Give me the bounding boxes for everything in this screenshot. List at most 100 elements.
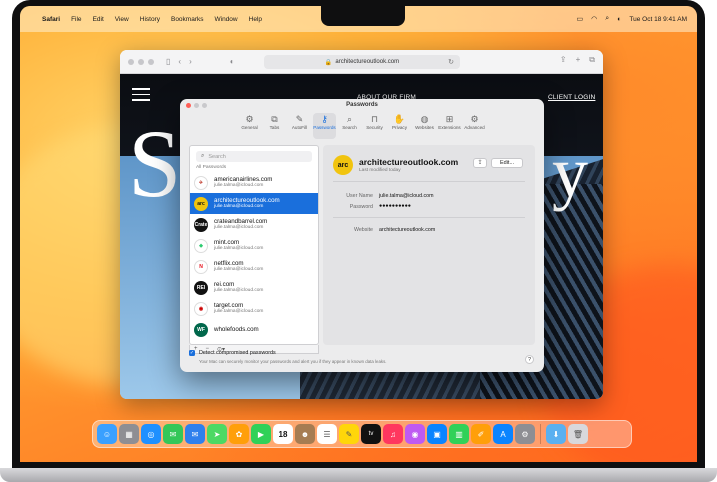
dock-podcasts-icon[interactable]: ◉ <box>405 424 425 444</box>
dock-mail-icon[interactable]: ✉ <box>185 424 205 444</box>
tab-label: Advanced <box>464 125 485 130</box>
clock[interactable]: Tue Oct 18 9:41 AM <box>629 16 687 23</box>
username-value[interactable]: julie.talma@icloud.com <box>379 193 434 199</box>
dock-calendar-icon[interactable]: 18 <box>273 424 293 444</box>
prefs-tab-bar: ⚙ General ⧉ Tabs ✎ AutoFill ⚷ Passwords ⌕ Sea… <box>180 113 544 139</box>
dock-notes-icon[interactable]: ✎ <box>339 424 359 444</box>
search-field[interactable]: ⌕ Search <box>196 151 312 162</box>
tab-general[interactable]: ⚙ General <box>238 113 261 139</box>
password-row[interactable]: ✈ americanairlines.com julie.talma@icloud.… <box>190 172 318 193</box>
battery-icon[interactable]: ▭ <box>577 15 584 23</box>
dock-safari-icon[interactable]: ◎ <box>141 424 161 444</box>
tab-security[interactable]: ⊓ Security <box>363 113 386 139</box>
edit-button[interactable]: Edit... <box>491 158 523 168</box>
autofill-icon: ✎ <box>295 114 304 124</box>
password-row[interactable]: ◉ target.com julie.talma@icloud.com <box>190 298 318 319</box>
tab-autofill[interactable]: ✎ AutoFill <box>288 113 311 139</box>
password-list: ⌕ Search All Passwords ✈ americanairlines… <box>189 145 319 345</box>
reload-icon[interactable]: ↻ <box>448 58 454 66</box>
dock-photos-icon[interactable]: ✿ <box>229 424 249 444</box>
laptop: Safari File Edit View History Bookmarks … <box>0 0 717 482</box>
share-password-button[interactable]: ⇪ <box>473 158 487 168</box>
privacy-shield-icon[interactable]: ◐ <box>230 57 235 66</box>
globe-icon: ◍ <box>420 114 429 124</box>
dock-messages-icon[interactable]: ✉ <box>163 424 183 444</box>
menu-window[interactable]: Window <box>215 16 238 23</box>
website-label: Website <box>353 227 373 233</box>
dock-trash-icon[interactable]: 🗑 <box>568 424 588 444</box>
tab-tabs[interactable]: ⧉ Tabs <box>263 113 286 139</box>
password-row[interactable]: Nnetflix.com julie.talma@icloud.com <box>190 256 318 277</box>
detail-modified: Last modified today <box>359 168 401 173</box>
dock-numbers-icon[interactable]: ▥ <box>449 424 469 444</box>
password-row[interactable]: Crate crateandbarrel.com julie.talma@iclou… <box>190 214 318 235</box>
row-text: mint.com julie.talma@icloud.com <box>214 239 263 252</box>
tab-advanced[interactable]: ⚙ Advanced <box>463 113 486 139</box>
password-value[interactable]: ●●●●●●●●●● <box>379 203 411 209</box>
menu-history[interactable]: History <box>140 16 160 23</box>
menu-edit[interactable]: Edit <box>93 16 104 23</box>
forward-icon[interactable]: › <box>189 57 192 66</box>
dock-tv-icon[interactable]: tv <box>361 424 381 444</box>
website-value[interactable]: architectureoutlook.com <box>379 227 435 233</box>
row-username: julie.talma@icloud.com <box>214 288 264 293</box>
tab-overview-icon[interactable]: ⧉ <box>589 55 595 65</box>
passwords-preferences-window: Passwords ⚙ General ⧉ Tabs ✎ AutoFill ⚷ Pass… <box>180 99 544 372</box>
row-domain: wholefoods.com <box>214 326 259 333</box>
menu-app-name[interactable]: Safari <box>42 16 60 23</box>
share-icon[interactable]: ⇪ <box>560 55 567 65</box>
address-bar[interactable]: 🔒 architectureoutlook.com ↻ <box>264 55 460 69</box>
key-icon: ⚷ <box>321 114 328 124</box>
row-text: rei.com julie.talma@icloud.com <box>214 281 263 294</box>
zoom-button[interactable] <box>148 58 154 65</box>
dock-music-icon[interactable]: ♫ <box>383 424 403 444</box>
dock-facetime-icon[interactable]: ▶ <box>251 424 271 444</box>
tab-search[interactable]: ⌕ Search <box>338 113 361 139</box>
password-rows: ✈ americanairlines.com julie.talma@icloud.… <box>190 172 318 340</box>
detect-description: Your Mac can securely monitor your passw… <box>199 359 387 364</box>
checkmark-icon: ✓ <box>189 350 195 356</box>
dock-pages-icon[interactable]: ✐ <box>471 424 491 444</box>
spotlight-icon[interactable]: ⌕ <box>605 15 609 23</box>
dock-contacts-icon[interactable]: ☻ <box>295 424 315 444</box>
sidebar-icon[interactable]: ▯ <box>166 57 170 66</box>
dock-launchpad-icon[interactable]: ▦ <box>119 424 139 444</box>
dock-downloads-folder-icon[interactable]: ⬇ <box>546 424 566 444</box>
dock-keynote-icon[interactable]: ▣ <box>427 424 447 444</box>
tab-passwords[interactable]: ⚷ Passwords <box>313 113 336 139</box>
detect-compromised-checkbox[interactable]: ✓ Detect compromised passwords <box>189 350 276 356</box>
dock-app-store-icon[interactable]: A <box>493 424 513 444</box>
menu-help[interactable]: Help <box>249 16 262 23</box>
menu-bookmarks[interactable]: Bookmarks <box>171 16 204 23</box>
tab-privacy[interactable]: ✋ Privacy <box>388 113 411 139</box>
dock-system-settings-icon[interactable]: ⚙ <box>515 424 535 444</box>
row-domain: netflix.com <box>214 260 244 267</box>
minimize-button[interactable] <box>138 58 144 65</box>
password-row[interactable]: REI rei.com julie.talma@icloud.com <box>190 277 318 298</box>
back-icon[interactable]: ‹ <box>178 57 181 66</box>
tab-extensions[interactable]: ⊞ Extensions <box>438 113 461 139</box>
password-row[interactable]: arc architectureoutlook.com julie.talma@ic… <box>190 193 318 214</box>
new-tab-icon[interactable]: + <box>576 55 581 65</box>
wifi-icon[interactable]: ◠ <box>591 15 597 23</box>
menu-view[interactable]: View <box>115 16 129 23</box>
search-placeholder: Search <box>208 153 226 160</box>
hamburger-menu-icon[interactable] <box>132 88 150 105</box>
row-text: architectureoutlook.com julie.talma@iclou… <box>214 197 280 210</box>
row-text: netflix.com julie.talma@icloud.com <box>214 260 263 273</box>
nav-client-login-link[interactable]: CLIENT LOGIN <box>548 94 595 101</box>
close-button[interactable] <box>128 58 134 65</box>
control-center-icon[interactable]: ◐ <box>617 16 621 23</box>
list-section-header: All Passwords <box>196 165 227 170</box>
dock-reminders-icon[interactable]: ☰ <box>317 424 337 444</box>
help-button[interactable]: ? <box>525 355 534 364</box>
divider <box>333 181 525 182</box>
dock-maps-icon[interactable]: ➤ <box>207 424 227 444</box>
menu-file[interactable]: File <box>71 16 81 23</box>
tab-websites[interactable]: ◍ Websites <box>413 113 436 139</box>
password-row[interactable]: WF wholefoods.com <box>190 319 318 340</box>
dock-finder-icon[interactable]: ☺ <box>97 424 117 444</box>
password-row[interactable]: ◆ mint.com julie.talma@icloud.com <box>190 235 318 256</box>
row-username: julie.talma@icloud.com <box>214 183 264 188</box>
site-logo-icon: ◉ <box>194 301 208 316</box>
